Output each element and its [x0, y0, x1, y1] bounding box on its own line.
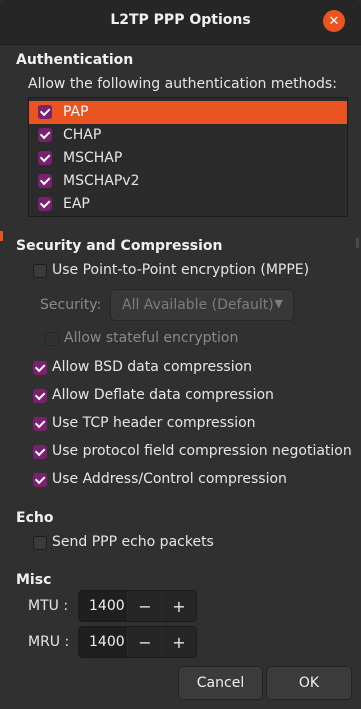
- auth-method-label: PAP: [63, 104, 89, 120]
- mru-increment-button[interactable]: +: [161, 627, 196, 657]
- tcp-header-compression-label[interactable]: Use TCP header compression: [52, 415, 256, 431]
- authentication-heading: Authentication: [16, 52, 134, 68]
- mtu-spinbutton[interactable]: 1400 − +: [78, 590, 197, 622]
- mppe-label[interactable]: Use Point-to-Point encryption (MPPE): [52, 262, 309, 278]
- right-edge-mark: [356, 238, 359, 248]
- mru-spinbutton[interactable]: 1400 − +: [78, 626, 197, 658]
- bsd-compression-checkbox[interactable]: [33, 361, 47, 375]
- protocol-field-compression-label[interactable]: Use protocol field compression negotiati…: [52, 443, 352, 459]
- l2tp-ppp-options-dialog: L2TP PPP Options ✕ Authentication Allow …: [0, 0, 361, 709]
- auth-method-eap[interactable]: EAP: [29, 193, 347, 216]
- mtu-label: MTU :: [28, 598, 69, 614]
- address-control-compression-checkbox[interactable]: [33, 473, 47, 487]
- mtu-value[interactable]: 1400: [89, 598, 125, 614]
- stateful-encryption-label: Allow stateful encryption: [64, 330, 239, 346]
- mtu-increment-button[interactable]: +: [161, 591, 196, 621]
- send-echo-label[interactable]: Send PPP echo packets: [52, 534, 214, 550]
- chevron-down-icon: ▼: [274, 297, 283, 310]
- auth-method-mschapv2[interactable]: MSCHAPv2: [29, 170, 347, 193]
- deflate-compression-label[interactable]: Allow Deflate data compression: [52, 387, 274, 403]
- left-edge-mark: [0, 231, 3, 241]
- mru-label: MRU :: [28, 634, 70, 650]
- security-compression-heading: Security and Compression: [16, 238, 223, 254]
- eap-checkbox[interactable]: [38, 197, 52, 211]
- chap-checkbox[interactable]: [38, 128, 52, 142]
- security-dropdown[interactable]: All Available (Default) ▼: [110, 289, 294, 321]
- auth-methods-prompt: Allow the following authentication metho…: [28, 76, 337, 92]
- cancel-button[interactable]: Cancel: [178, 666, 263, 700]
- auth-method-label: MSCHAP: [63, 150, 123, 166]
- send-echo-checkbox[interactable]: [33, 536, 47, 550]
- pap-checkbox[interactable]: [38, 105, 52, 119]
- bsd-compression-label[interactable]: Allow BSD data compression: [52, 359, 252, 375]
- echo-heading: Echo: [16, 510, 54, 526]
- auth-method-label: MSCHAPv2: [63, 173, 140, 189]
- stateful-encryption-checkbox[interactable]: [45, 332, 59, 346]
- mtu-decrement-button[interactable]: −: [127, 591, 162, 621]
- mschap-checkbox[interactable]: [38, 151, 52, 165]
- auth-methods-list[interactable]: PAP CHAP MSCHAP MSCHAPv2 EAP: [28, 97, 348, 217]
- mschapv2-checkbox[interactable]: [38, 174, 52, 188]
- title-bar[interactable]: L2TP PPP Options ✕: [0, 0, 361, 45]
- misc-heading: Misc: [16, 572, 52, 588]
- security-dropdown-value: All Available (Default): [122, 297, 274, 313]
- auth-method-chap[interactable]: CHAP: [29, 124, 347, 147]
- dialog-title: L2TP PPP Options: [110, 12, 251, 28]
- close-icon[interactable]: ✕: [323, 10, 345, 32]
- mru-value[interactable]: 1400: [89, 634, 125, 650]
- protocol-field-compression-checkbox[interactable]: [33, 445, 47, 459]
- mru-decrement-button[interactable]: −: [127, 627, 162, 657]
- address-control-compression-label[interactable]: Use Address/Control compression: [52, 471, 287, 487]
- ok-button[interactable]: OK: [266, 666, 352, 700]
- tcp-header-compression-checkbox[interactable]: [33, 417, 47, 431]
- auth-method-label: CHAP: [63, 127, 102, 143]
- security-label: Security:: [40, 297, 102, 313]
- mppe-checkbox[interactable]: [33, 264, 47, 278]
- auth-method-label: EAP: [63, 196, 90, 212]
- auth-method-mschap[interactable]: MSCHAP: [29, 147, 347, 170]
- auth-method-pap[interactable]: PAP: [29, 101, 347, 124]
- deflate-compression-checkbox[interactable]: [33, 389, 47, 403]
